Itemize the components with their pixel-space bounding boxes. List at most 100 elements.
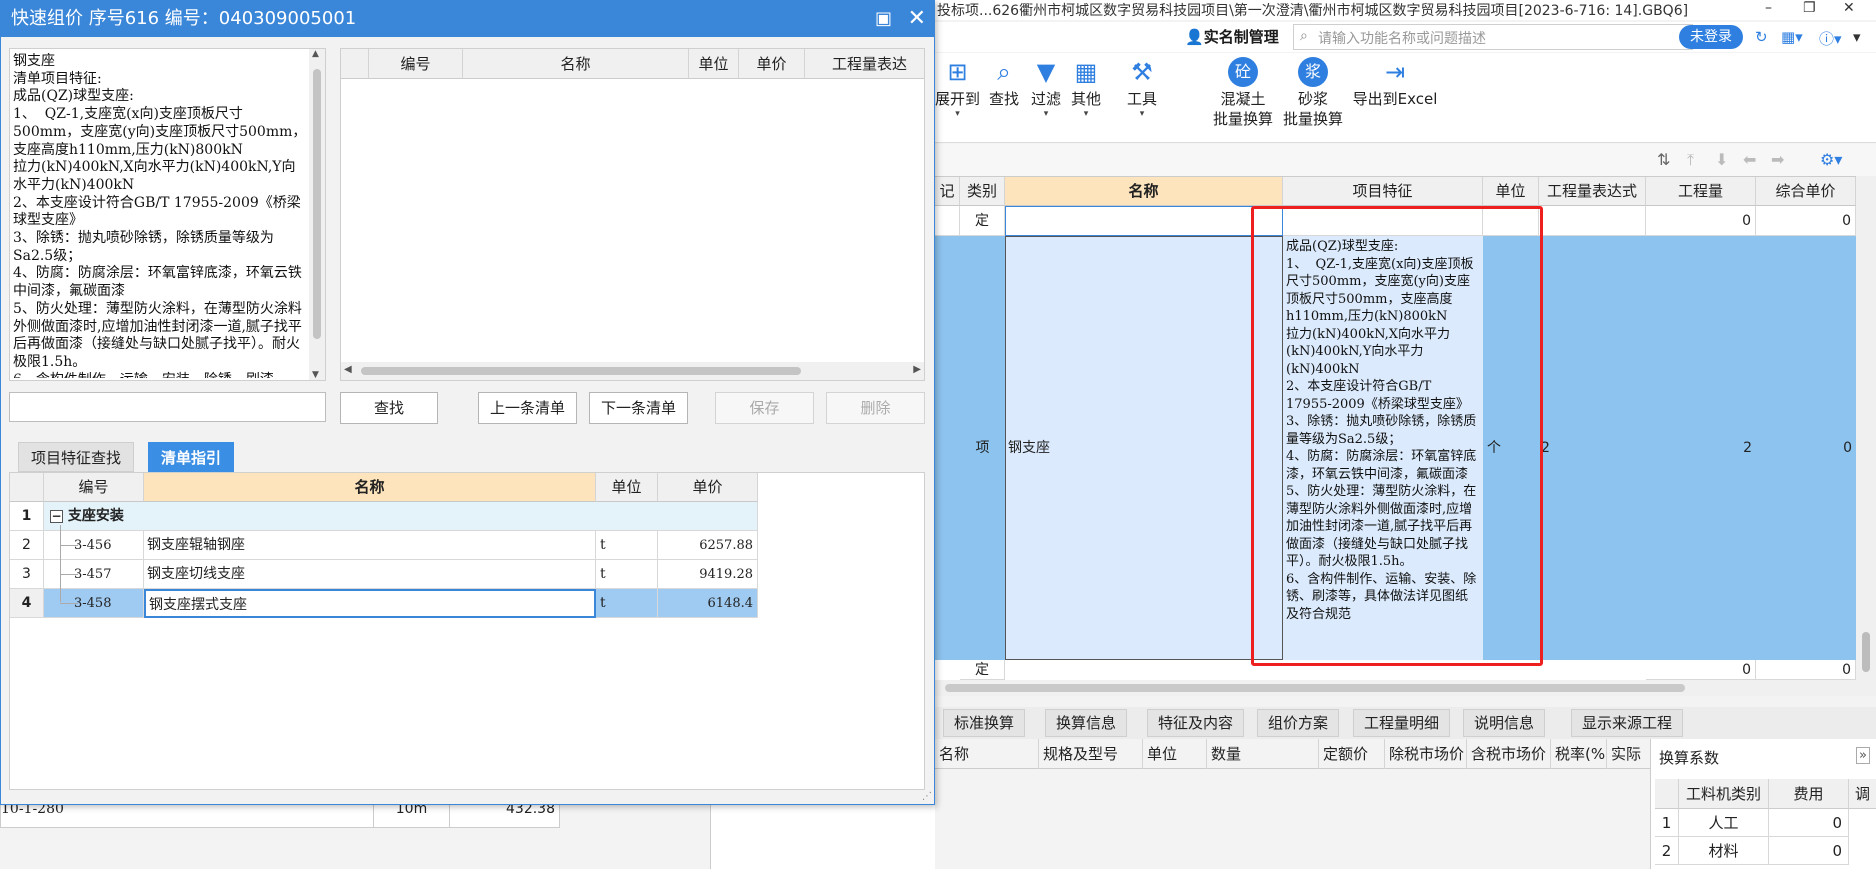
guide-price[interactable]: 6257.88: [658, 531, 758, 560]
feature-vertical-scrollbar[interactable]: ▲ ▼: [309, 49, 325, 380]
close-icon[interactable]: ✕: [908, 1, 926, 37]
bottom-tabbar: 标准换算 换算信息 特征及内容 组价方案 工程量明细 说明信息 显示来源工程: [935, 707, 1876, 739]
ribbon-label: 导出到Excel: [1352, 90, 1438, 108]
sort-icon[interactable]: ⇅: [1657, 150, 1670, 169]
guide-name[interactable]: 钢支座切线支座: [144, 560, 596, 589]
more-icon[interactable]: ▾: [1853, 28, 1861, 46]
ribbon-button-binoculars[interactable]: ⌕ 查找: [989, 57, 1019, 109]
qty-cell[interactable]: 0: [1646, 660, 1756, 680]
prev-item-button[interactable]: 上一条清单: [478, 392, 577, 424]
guide-unit[interactable]: t: [596, 560, 658, 589]
tab-5[interactable]: 说明信息: [1463, 709, 1546, 737]
grid-header[interactable]: 记: [935, 177, 960, 206]
guide-unit[interactable]: t: [596, 589, 658, 618]
realname-link[interactable]: 👤实名制管理: [1185, 26, 1279, 47]
search-input[interactable]: [9, 392, 326, 422]
ribbon-toolbar: ⊞ 展开到 ▾ ⌕ 查找 ▼ 过滤 ▾ ▦ 其他 ▾ ⚒ 工具 ▾ 砼混凝土 批量换算浆砂浆 批量换算 ⇥ 导出…: [935, 53, 1876, 143]
login-button[interactable]: 未登录: [1679, 25, 1743, 49]
main-window-title: 投标项...626衢州市柯城区数字贸易科技园项目\第一次澄清\衢州市柯城区数字贸…: [937, 3, 1689, 19]
maximize-icon[interactable]: ▣: [875, 1, 892, 37]
guide-unit[interactable]: t: [596, 531, 658, 560]
move-top-icon[interactable]: ⤒: [1687, 150, 1694, 170]
tab-4[interactable]: 工程量明细: [1353, 709, 1451, 737]
apps-icon[interactable]: ▦▾: [1781, 28, 1803, 46]
column-header: 规格及型号: [1039, 739, 1143, 769]
minimize-icon[interactable]: –: [1765, 0, 1772, 16]
guide-name[interactable]: 钢支座摆式支座: [144, 589, 596, 618]
save-button[interactable]: 保存: [715, 392, 814, 424]
grid-header[interactable]: 单位: [1483, 177, 1539, 206]
guide-price[interactable]: 6148.4: [658, 589, 758, 618]
resize-grip-icon[interactable]: ⋰: [922, 791, 932, 802]
tab-6[interactable]: 显示来源工程: [1571, 709, 1684, 737]
tab-list-guide[interactable]: 清单指引: [148, 442, 235, 472]
grid-header[interactable]: 名称: [1005, 177, 1283, 206]
dialog-titlebar[interactable]: 快速组价 序号616 编号：040309005001: [1, 1, 934, 37]
expr-cell[interactable]: 2: [1541, 236, 1641, 660]
qty-cell[interactable]: 0: [1646, 206, 1756, 236]
guide-price[interactable]: 9419.28: [658, 560, 758, 589]
ribbon-button-tools[interactable]: ⚒ 工具 ▾: [1127, 57, 1157, 119]
move-left-icon[interactable]: ⬅: [1743, 150, 1756, 169]
feature-text-area[interactable]: 钢支座 清单项目特征: 成品(QZ)球型支座: 1、 QZ-1,支座宽(x向)支…: [9, 48, 326, 381]
name-cell[interactable]: 钢支座: [1005, 236, 1283, 660]
ribbon-button-excel-export[interactable]: ⇥ 导出到Excel: [1350, 57, 1440, 109]
qty-cell[interactable]: 2: [1646, 236, 1752, 660]
dropdown-arrow-icon: ▾: [1083, 109, 1089, 119]
result-horizontal-scrollbar[interactable]: ◀ ▶: [341, 362, 924, 380]
tab-3[interactable]: 组价方案: [1257, 709, 1340, 737]
dropdown-arrow-icon: ▾: [955, 109, 960, 119]
dialog-title: 快速组价 序号616 编号：040309005001: [11, 8, 357, 29]
collapse-icon[interactable]: »: [1856, 747, 1870, 764]
grid-vertical-scrollbar[interactable]: [1856, 176, 1876, 696]
guide-name[interactable]: 钢支座辊轴钢座: [144, 531, 596, 560]
result-header: 名称: [463, 49, 689, 79]
group-row[interactable]: − 支座安装: [44, 502, 758, 531]
excel-export-icon: ⇥: [1384, 58, 1406, 86]
tab-2[interactable]: 特征及内容: [1147, 709, 1245, 737]
grid-header[interactable]: 类别: [960, 177, 1005, 206]
collapse-toggle-icon[interactable]: −: [50, 509, 63, 523]
tab-feature-search[interactable]: 项目特征查找: [18, 442, 135, 472]
ribbon-button-grid[interactable]: ▦ 其他 ▾: [1071, 57, 1101, 119]
grid-header[interactable]: 综合单价: [1756, 177, 1856, 206]
help-icon[interactable]: ⓘ▾: [1819, 28, 1842, 49]
find-button[interactable]: 查找: [340, 392, 438, 424]
refresh-icon[interactable]: ↻: [1755, 28, 1768, 46]
column-header: 实际: [1607, 739, 1655, 769]
next-item-button[interactable]: 下一条清单: [589, 392, 688, 424]
close-main-icon[interactable]: ✕: [1843, 0, 1855, 16]
move-down-icon[interactable]: ⬇: [1715, 150, 1728, 169]
name-cell[interactable]: [1005, 206, 1283, 236]
ribbon-button-filter[interactable]: ▼ 过滤 ▾: [1031, 57, 1061, 119]
restore-icon[interactable]: ❐: [1803, 0, 1816, 16]
column-header: 税率(%): [1551, 739, 1607, 769]
tab-1[interactable]: 换算信息: [1045, 709, 1128, 737]
price-cell: 0: [1756, 206, 1856, 236]
column-settings-icon[interactable]: ⚙▾: [1820, 150, 1842, 169]
grid-header[interactable]: 工程量: [1646, 177, 1756, 206]
row-type: 定: [960, 206, 1005, 236]
move-right-icon[interactable]: ➡: [1771, 150, 1784, 169]
ribbon-label: 混凝土 批量换算: [1213, 90, 1274, 128]
guide-code[interactable]: 3-458: [44, 589, 144, 618]
tab-0[interactable]: 标准换算: [943, 709, 1026, 737]
main-topbar: 👤实名制管理 ⌕ 请输入功能名称或问题描述 未登录 ↻ ▦▾ ⓘ▾ ▾: [935, 22, 1876, 52]
ribbon-button-concrete[interactable]: 砼混凝土 批量换算: [1213, 57, 1273, 129]
grid-header[interactable]: 工程量表达式: [1539, 177, 1646, 206]
delete-button[interactable]: 删除: [826, 392, 925, 424]
guide-code[interactable]: 3-456: [44, 531, 144, 560]
guide-code[interactable]: 3-457: [44, 560, 144, 589]
coef-title: 换算系数: [1659, 749, 1720, 767]
ribbon-button-expand[interactable]: ⊞ 展开到 ▾: [935, 57, 980, 119]
column-header: 名称: [935, 739, 1039, 769]
grid-header[interactable]: 项目特征: [1283, 177, 1483, 206]
search-icon: ⌕: [1300, 28, 1308, 44]
result-header: 单位: [689, 49, 739, 79]
ribbon-label: 过滤: [1031, 90, 1062, 108]
ribbon-button-mortar[interactable]: 浆砂浆 批量换算: [1283, 57, 1343, 129]
row-number: 2: [10, 531, 44, 560]
grid-horizontal-scrollbar[interactable]: [935, 680, 1856, 696]
dropdown-arrow-icon: ▾: [1139, 109, 1145, 119]
function-search-input[interactable]: ⌕ 请输入功能名称或问题描述: [1293, 24, 1693, 50]
